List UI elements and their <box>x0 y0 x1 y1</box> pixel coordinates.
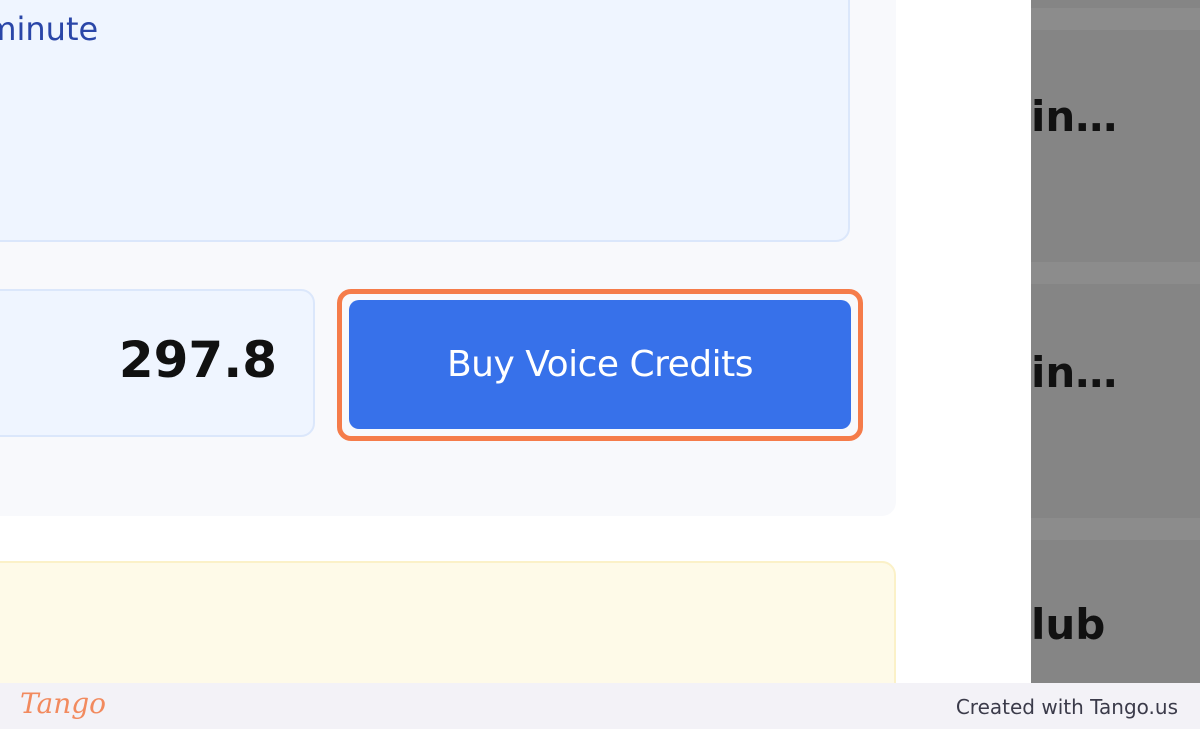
overlay-band <box>1031 518 1200 540</box>
background-page-overlay: in… in… lub <box>1031 0 1200 729</box>
overlay-list-item: in… <box>1031 348 1118 397</box>
buy-voice-credits-button[interactable]: Buy Voice Credits <box>349 300 851 429</box>
tango-logo: Tango <box>20 687 107 720</box>
balance-value: 297.8 <box>118 331 277 389</box>
pricing-info-card: r minute <box>0 0 850 242</box>
overlay-list-item: lub <box>1031 600 1106 649</box>
overlay-band <box>1031 8 1200 30</box>
overlay-band <box>1031 262 1200 284</box>
overlay-list-item: in… <box>1031 92 1118 141</box>
tango-footer: Tango Created with Tango.us <box>0 683 1200 729</box>
footer-credit: Created with Tango.us <box>955 695 1178 719</box>
screenshot-stage: r minute 297.8 Buy Voice Credits in… in…… <box>0 0 1200 729</box>
pricing-info-text: r minute <box>0 10 99 48</box>
voice-credit-balance: 297.8 <box>0 289 315 437</box>
